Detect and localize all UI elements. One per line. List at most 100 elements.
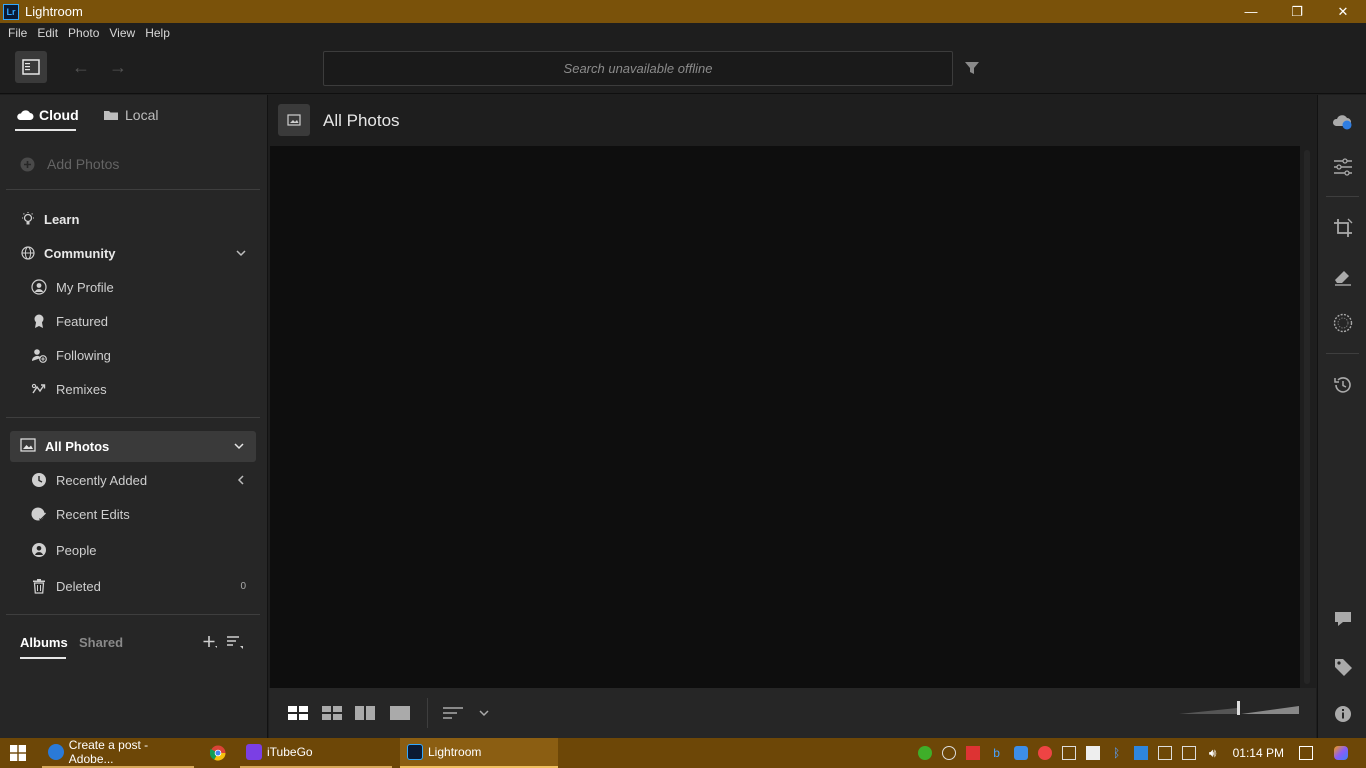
- edit-sliders-icon[interactable]: [1332, 156, 1354, 178]
- nav-recent-edits-label: Recent Edits: [56, 506, 130, 522]
- battery-icon[interactable]: [1157, 746, 1172, 760]
- security-icon[interactable]: [1085, 746, 1100, 760]
- crop-icon[interactable]: [1332, 217, 1354, 239]
- filter-icon[interactable]: [963, 59, 981, 77]
- nav-people[interactable]: People: [0, 535, 268, 565]
- nav-community[interactable]: Community: [0, 238, 268, 268]
- taskbar-item-lightroom[interactable]: Lightroom: [400, 738, 558, 768]
- bing-icon[interactable]: b: [990, 746, 1004, 760]
- add-album-icon[interactable]: [202, 634, 218, 650]
- info-icon[interactable]: [1332, 703, 1354, 725]
- view-source-button[interactable]: [278, 104, 310, 136]
- wifi-icon[interactable]: [1181, 746, 1196, 760]
- folder-icon: [104, 111, 118, 120]
- chevron-down-icon[interactable]: [232, 439, 246, 453]
- nav-deleted[interactable]: Deleted 0: [0, 571, 268, 601]
- taskbar-item-label: Lightroom: [428, 745, 482, 759]
- divider: [6, 189, 260, 190]
- search-input[interactable]: Search unavailable offline: [323, 51, 953, 86]
- nav-recently-added[interactable]: Recently Added: [0, 465, 268, 495]
- nav-people-label: People: [56, 542, 97, 558]
- nav-following-label: Following: [56, 347, 111, 363]
- menu-file[interactable]: File: [8, 26, 27, 40]
- copilot-icon[interactable]: [1334, 746, 1348, 760]
- panel-toggle-button[interactable]: [15, 51, 47, 83]
- divider: [6, 614, 260, 615]
- app-tray-icon[interactable]: [965, 746, 980, 760]
- sort-albums-icon[interactable]: [226, 634, 244, 650]
- edge-icon: [48, 744, 64, 760]
- tab-local[interactable]: Local: [103, 107, 158, 123]
- compare-view-icon[interactable]: [355, 704, 375, 722]
- menu-photo[interactable]: Photo: [68, 26, 99, 40]
- nav-following[interactable]: Following: [0, 340, 268, 370]
- menu-edit[interactable]: Edit: [37, 26, 58, 40]
- divider: [427, 698, 428, 728]
- nav-my-profile[interactable]: My Profile: [0, 272, 268, 302]
- square-grid-view-icon[interactable]: [288, 704, 308, 722]
- page-title: All Photos: [323, 111, 400, 130]
- itubego-icon: [246, 744, 262, 760]
- nav-all-photos-label: All Photos: [45, 439, 110, 454]
- detail-view-icon[interactable]: [390, 704, 410, 722]
- tab-cloud[interactable]: Cloud: [16, 107, 79, 123]
- restore-button[interactable]: ❐: [1274, 0, 1320, 23]
- volume-icon[interactable]: 🔊︎: [1206, 746, 1220, 760]
- menu-help[interactable]: Help: [145, 26, 170, 40]
- comment-icon[interactable]: [1332, 608, 1354, 630]
- scrollbar[interactable]: [1304, 150, 1310, 684]
- tab-albums[interactable]: Albums: [20, 635, 68, 650]
- photo-grid-view-icon[interactable]: [322, 704, 342, 722]
- taskbar-item-chrome[interactable]: [202, 738, 236, 768]
- taskbar-item-itubego[interactable]: iTubeGo: [240, 738, 392, 768]
- sort-icon[interactable]: [443, 704, 463, 722]
- trash-icon: [31, 578, 47, 594]
- taskbar-item-edge[interactable]: Create a post - Adobe...: [42, 738, 194, 768]
- chevron-down-icon[interactable]: [234, 246, 248, 260]
- healing-eraser-icon[interactable]: [1332, 265, 1354, 287]
- minimize-button[interactable]: —: [1228, 0, 1274, 23]
- window-title: Lightroom: [25, 4, 83, 19]
- keyboard-icon[interactable]: [1133, 746, 1148, 760]
- network-icon[interactable]: [1061, 746, 1076, 760]
- menu-view[interactable]: View: [109, 26, 135, 40]
- forward-arrow-icon[interactable]: →: [108, 57, 128, 77]
- cloud-app-icon[interactable]: [1013, 746, 1028, 760]
- nav-remixes[interactable]: Remixes: [0, 374, 268, 404]
- tab-shared[interactable]: Shared: [79, 635, 123, 650]
- photos-icon: [20, 438, 36, 455]
- title-bar: Lr Lightroom — ❐ ✕: [0, 0, 1366, 23]
- back-arrow-icon[interactable]: ←: [71, 57, 91, 77]
- bluetooth-icon[interactable]: ᛒ: [1110, 746, 1124, 760]
- nav-recent-edits[interactable]: Recent Edits: [0, 499, 268, 529]
- edit-brush-icon: [31, 506, 47, 522]
- chevron-down-icon[interactable]: [477, 704, 491, 722]
- utorrent-icon[interactable]: [917, 746, 932, 760]
- close-button[interactable]: ✕: [1320, 0, 1366, 23]
- history-icon[interactable]: [1332, 374, 1354, 396]
- nav-all-photos[interactable]: All Photos: [10, 431, 256, 462]
- chevron-left-icon[interactable]: [234, 473, 248, 487]
- profile-icon: [31, 279, 47, 295]
- cloud-sync-icon[interactable]: [1332, 110, 1354, 132]
- follow-user-icon: [31, 347, 47, 363]
- masking-icon[interactable]: [1332, 312, 1354, 334]
- clock[interactable]: 01:14 PM: [1233, 746, 1284, 760]
- nav-learn[interactable]: Learn: [0, 204, 268, 234]
- notifications-icon[interactable]: [1299, 746, 1313, 760]
- thumbnail-size-slider[interactable]: [1179, 698, 1301, 718]
- photo-grid[interactable]: [270, 146, 1300, 688]
- clock-icon: [31, 472, 47, 488]
- nav-featured[interactable]: Featured: [0, 306, 268, 336]
- add-photos-button[interactable]: Add Photos: [20, 156, 119, 172]
- add-circle-icon: [20, 157, 35, 171]
- system-tray: b ᛒ 🔊︎ 01:14 PM: [913, 738, 1366, 768]
- nav-remixes-label: Remixes: [56, 381, 107, 397]
- nav-featured-label: Featured: [56, 313, 109, 329]
- tray-app-icon[interactable]: [1037, 746, 1052, 760]
- link-icon[interactable]: [941, 746, 956, 760]
- tag-icon[interactable]: [1332, 656, 1354, 678]
- windows-start-icon[interactable]: [10, 745, 26, 761]
- left-panel: Cloud Local Add Photos Learn Community M…: [0, 95, 268, 738]
- tab-cloud-label: Cloud: [39, 107, 79, 123]
